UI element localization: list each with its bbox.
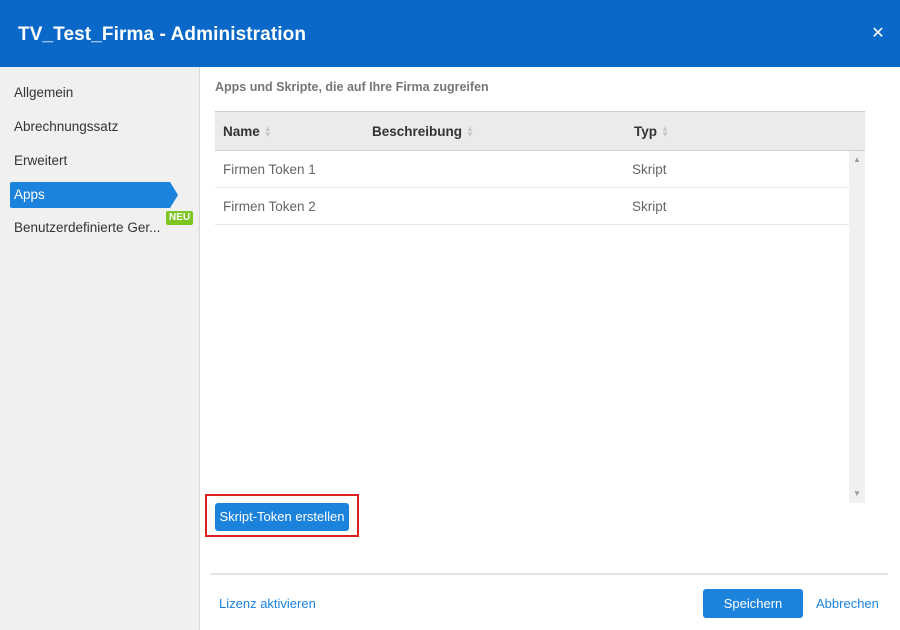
sidebar-item-abrechnungssatz[interactable]: Abrechnungssatz	[10, 114, 170, 140]
sidebar-item-label: Erweitert	[14, 153, 68, 168]
cell-type: Skript	[632, 199, 667, 214]
column-header-name[interactable]: Name ▲ ▼	[223, 124, 272, 139]
sidebar-item-apps[interactable]: Apps	[10, 182, 178, 208]
sidebar-item-erweitert[interactable]: Erweitert	[10, 148, 170, 174]
table-row[interactable]: Firmen Token 1 Skript	[215, 151, 849, 188]
close-icon[interactable]: ✕	[868, 23, 888, 45]
sort-icon: ▲ ▼	[263, 124, 272, 140]
column-header-beschreibung[interactable]: Beschreibung ▲ ▼	[372, 124, 474, 139]
sidebar-item-label: Abrechnungssatz	[14, 119, 119, 134]
sidebar-item-benutzerdefinierte-geraete[interactable]: Benutzerdefinierte Ger...	[10, 215, 170, 241]
table-header: Name ▲ ▼ Beschreibung ▲ ▼ Typ ▲ ▼	[215, 112, 865, 151]
activate-license-link[interactable]: Lizenz aktivieren	[219, 596, 316, 611]
sidebar-item-label: Benutzerdefinierte Ger...	[14, 220, 161, 235]
column-header-typ[interactable]: Typ ▲ ▼	[634, 124, 669, 139]
sidebar-item-label: Allgemein	[14, 85, 74, 100]
cell-name: Firmen Token 1	[223, 162, 316, 177]
sort-icon: ▲ ▼	[466, 124, 474, 140]
sidebar-item-allgemein[interactable]: Allgemein	[10, 80, 170, 106]
create-script-token-button[interactable]: Skript-Token erstellen	[215, 503, 349, 531]
section-title: Apps und Skripte, die auf Ihre Firma zug…	[215, 80, 489, 94]
title-bar: TV_Test_Firma - Administration ✕	[0, 0, 900, 67]
window-title: TV_Test_Firma - Administration	[18, 24, 307, 45]
save-button[interactable]: Speichern	[703, 589, 803, 618]
cell-name: Firmen Token 2	[223, 199, 316, 214]
apps-table: Name ▲ ▼ Beschreibung ▲ ▼ Typ ▲ ▼ Firmen Token…	[215, 111, 865, 503]
table-row[interactable]: Firmen Token 2 Skript	[215, 188, 849, 225]
chevron-up-icon[interactable]: ▲	[849, 153, 865, 167]
table-body: Firmen Token 1 Skript Firmen Token 2 Skr…	[215, 151, 849, 503]
cell-type: Skript	[632, 162, 667, 177]
cancel-link[interactable]: Abbrechen	[816, 596, 879, 611]
table-scrollbar[interactable]: ▲ ▼	[849, 151, 865, 503]
sidebar-item-label: Apps	[14, 187, 45, 202]
chevron-down-icon[interactable]: ▼	[849, 487, 865, 501]
footer-divider	[210, 573, 888, 575]
new-badge: NEU	[166, 211, 194, 225]
sort-icon: ▲ ▼	[661, 124, 669, 140]
